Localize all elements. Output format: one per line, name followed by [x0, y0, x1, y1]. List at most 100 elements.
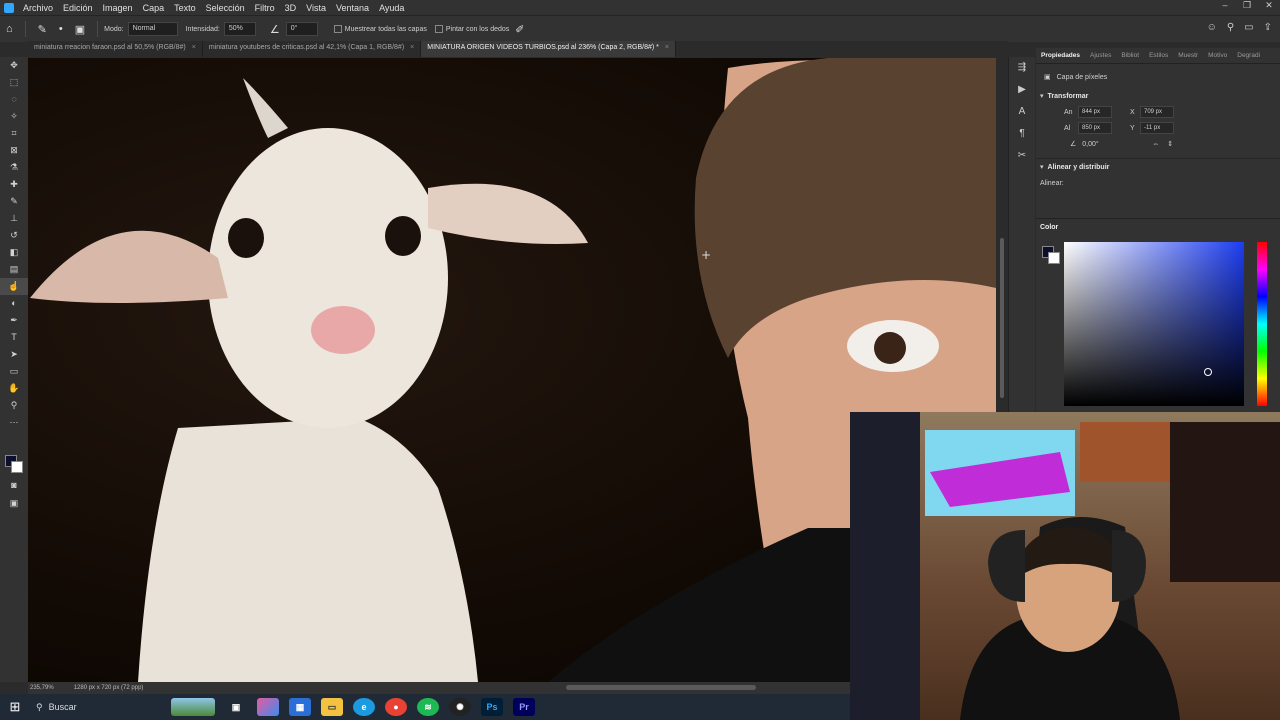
pressure-icon[interactable]: ✐: [515, 23, 524, 36]
menu-seleccion[interactable]: Selección: [201, 3, 250, 13]
type-tool-icon[interactable]: T: [0, 329, 28, 346]
menu-archivo[interactable]: Archivo: [18, 3, 58, 13]
color-picker-cursor[interactable]: [1204, 368, 1212, 376]
chatgpt-icon[interactable]: ✺: [449, 698, 471, 716]
spotify-icon[interactable]: ≋: [417, 698, 439, 716]
search-icon[interactable]: ⚲: [1227, 22, 1234, 33]
tab-ajustes[interactable]: Ajustes: [1085, 52, 1116, 59]
color-picker-field[interactable]: [1064, 242, 1244, 406]
hand-tool-icon[interactable]: ✋: [0, 380, 28, 397]
mode-select[interactable]: Normal: [127, 22, 178, 36]
brush-preset-icon[interactable]: •: [59, 23, 63, 35]
intensity-input[interactable]: 50%: [223, 22, 256, 36]
crop-tool-icon[interactable]: ⌗: [0, 125, 28, 142]
tab-muestras[interactable]: Muestr: [1173, 52, 1203, 59]
hue-slider[interactable]: [1257, 242, 1267, 406]
home-icon[interactable]: ⌂: [6, 23, 13, 35]
menu-3d[interactable]: 3D: [280, 3, 302, 13]
flip-horizontal-icon[interactable]: ⇔: [1152, 141, 1159, 148]
play-actions-icon[interactable]: ▶: [1009, 79, 1035, 101]
tab-degradados[interactable]: Degradi: [1232, 52, 1265, 59]
close-tab-icon[interactable]: ×: [192, 44, 196, 51]
menu-texto[interactable]: Texto: [169, 3, 201, 13]
smudge-tool-icon[interactable]: ✎: [38, 23, 47, 36]
horizontal-scrollbar[interactable]: [566, 685, 756, 690]
photoshop-icon[interactable]: Ps: [481, 698, 503, 716]
copilot-icon[interactable]: [257, 698, 279, 716]
move-tool-icon[interactable]: ✥: [0, 57, 28, 74]
quick-mask-icon[interactable]: ◙: [0, 477, 28, 494]
edge-icon[interactable]: e: [353, 698, 375, 716]
chrome-icon[interactable]: ●: [385, 698, 407, 716]
menu-ventana[interactable]: Ventana: [331, 3, 374, 13]
close-tab-icon[interactable]: ×: [410, 44, 414, 51]
zoom-tool-icon[interactable]: ⚲: [0, 397, 28, 414]
tab-faraon[interactable]: miniatura rreacion faraon.psd al 50,5% (…: [28, 41, 203, 57]
share-export-icon[interactable]: ⇪: [1264, 22, 1272, 33]
gradient-tool-icon[interactable]: ▤: [0, 261, 28, 278]
tab-estilos[interactable]: Estilos: [1144, 52, 1173, 59]
more-tools-icon[interactable]: ⋯: [0, 414, 28, 431]
minimize-icon[interactable]: –: [1214, 0, 1236, 11]
flip-vertical-icon[interactable]: ⇕: [1167, 140, 1173, 148]
menu-edicion[interactable]: Edición: [58, 3, 98, 13]
tools-settings-icon[interactable]: ✂: [1009, 145, 1035, 167]
file-explorer-icon[interactable]: ▭: [321, 698, 343, 716]
scroll-thumb[interactable]: [1000, 238, 1004, 398]
magic-wand-tool-icon[interactable]: ✧: [0, 108, 28, 125]
screen-mode-icon[interactable]: ▣: [0, 495, 28, 512]
menu-vista[interactable]: Vista: [301, 3, 331, 13]
history-brush-tool-icon[interactable]: ↺: [0, 227, 28, 244]
pen-tool-icon[interactable]: ✒: [0, 312, 28, 329]
path-selection-tool-icon[interactable]: ➤: [0, 346, 28, 363]
store-icon[interactable]: ▦: [289, 698, 311, 716]
menu-capa[interactable]: Capa: [138, 3, 170, 13]
brush-tool-icon[interactable]: ✎: [0, 193, 28, 210]
tab-bibliotecas[interactable]: Bibliot: [1116, 52, 1144, 59]
tab-motivos[interactable]: Motivo: [1203, 52, 1232, 59]
tab-youtubers[interactable]: miniatura youtubers de criticas.psd al 4…: [203, 41, 422, 57]
frame-tool-icon[interactable]: ⊠: [0, 142, 28, 159]
healing-tool-icon[interactable]: ✚: [0, 176, 28, 193]
close-tab-icon[interactable]: ×: [665, 44, 669, 51]
angle-input[interactable]: 0°: [285, 22, 318, 36]
sample-all-layers-checkbox[interactable]: [333, 25, 342, 33]
width-input[interactable]: 844 px: [1078, 106, 1112, 118]
tab-propiedades[interactable]: Propiedades: [1036, 52, 1085, 59]
menu-imagen[interactable]: Imagen: [98, 3, 138, 13]
marquee-tool-icon[interactable]: ⬚: [0, 74, 28, 91]
restore-icon[interactable]: ❐: [1236, 0, 1258, 11]
rectangle-tool-icon[interactable]: ▭: [0, 363, 28, 380]
y-input[interactable]: -11 px: [1140, 122, 1174, 134]
eraser-tool-icon[interactable]: ◧: [0, 244, 28, 261]
close-icon[interactable]: ✕: [1258, 0, 1280, 11]
premiere-icon[interactable]: Pr: [513, 698, 535, 716]
taskbar-search[interactable]: ⚲ Buscar: [30, 697, 166, 717]
finger-paint-checkbox[interactable]: [434, 25, 443, 33]
task-view-icon[interactable]: ▣: [225, 698, 247, 716]
share-icon[interactable]: ☺: [1207, 22, 1217, 33]
height-input[interactable]: 850 px: [1078, 122, 1112, 134]
character-icon[interactable]: A: [1009, 101, 1035, 123]
menu-filtro[interactable]: Filtro: [250, 3, 280, 13]
tab-origen-videos[interactable]: MINIATURA ORIGEN VIDEOS TURBIOS.psd al 2…: [421, 41, 676, 57]
rotate-angle-input[interactable]: 0,00°: [1082, 141, 1112, 148]
menu-ayuda[interactable]: Ayuda: [374, 3, 409, 13]
zoom-level[interactable]: 235,79%: [30, 685, 54, 691]
workspace-icon[interactable]: ▭: [1244, 22, 1253, 33]
windows-start-icon[interactable]: ⊞: [0, 699, 30, 715]
lasso-tool-icon[interactable]: ◌: [0, 91, 28, 108]
smudge-tool-icon[interactable]: ☝: [0, 278, 28, 295]
align-header[interactable]: ▾ Alinear y distribuir: [1036, 158, 1280, 175]
brush-settings-icon[interactable]: ▣: [75, 23, 85, 36]
transform-header[interactable]: ▾ Transformar: [1036, 88, 1280, 104]
x-input[interactable]: 709 px: [1140, 106, 1174, 118]
background-color-swatch[interactable]: [11, 461, 23, 473]
stamp-tool-icon[interactable]: ⊥: [0, 210, 28, 227]
vertical-scrollbar[interactable]: [998, 58, 1006, 398]
widgets-icon[interactable]: [171, 698, 215, 716]
background-color-swatch[interactable]: [1048, 252, 1060, 264]
eyedropper-tool-icon[interactable]: ⚗: [0, 159, 28, 176]
dodge-tool-icon[interactable]: ◐: [0, 295, 28, 312]
history-icon[interactable]: ⇶: [1009, 57, 1035, 79]
